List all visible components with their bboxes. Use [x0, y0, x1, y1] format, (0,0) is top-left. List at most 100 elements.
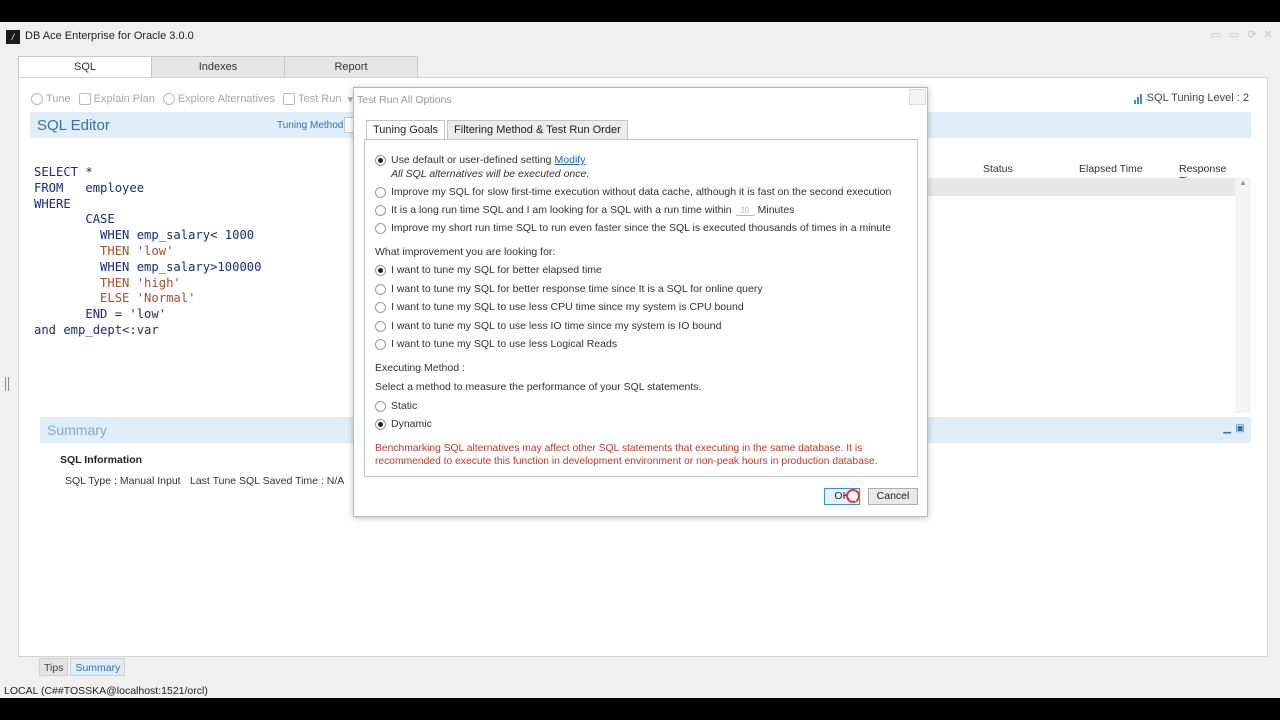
- goal-default-subtext: All SQL alternatives will be executed on…: [391, 168, 590, 180]
- status-bar: LOCAL (C##TOSSKA@localhost:1521/orcl): [4, 685, 208, 697]
- sync-icon[interactable]: ⟳: [1245, 29, 1259, 41]
- goal-long-run-option[interactable]: It is a long run time SQL and I am looki…: [375, 204, 794, 216]
- main-tabs: SQL Indexes Report: [18, 56, 418, 79]
- test-run-label: Test Run: [298, 93, 342, 105]
- minutes-input[interactable]: 30: [735, 205, 754, 216]
- sql-line: WHERE: [34, 196, 71, 211]
- radio-button[interactable]: [375, 338, 386, 350]
- executing-method-heading: Executing Method :: [375, 362, 465, 374]
- goal-first-time-option[interactable]: Improve my SQL for slow first-time execu…: [375, 186, 891, 198]
- radio-button[interactable]: [375, 283, 386, 295]
- improvement-heading: What improvement you are looking for:: [375, 246, 556, 258]
- radio-button[interactable]: [375, 154, 386, 166]
- method-dynamic-option[interactable]: Dynamic: [375, 418, 432, 430]
- sql-type-text: SQL Type : Manual Input: [65, 475, 181, 487]
- dialog-tabs: Tuning Goals Filtering Method & Test Run…: [366, 120, 630, 141]
- goal-default-option[interactable]: Use default or user-defined setting Modi…: [375, 154, 585, 166]
- tuning-goals-panel: Use default or user-defined setting Modi…: [364, 139, 918, 477]
- test-run-button[interactable]: Test Run ▾: [283, 93, 353, 106]
- improvement-option[interactable]: I want to tune my SQL to use less CPU ti…: [375, 301, 744, 313]
- goal-label: It is a long run time SQL and I am looki…: [391, 204, 732, 216]
- sql-line: WHEN emp_salary< 1000: [34, 228, 255, 243]
- sql-code-editor[interactable]: SELECT * FROM employee WHERE CASE WHEN emp…: [34, 165, 261, 339]
- improvement-label: I want to tune my SQL for better elapsed…: [391, 264, 602, 276]
- minimize-icon[interactable]: ▭: [1209, 29, 1223, 41]
- tune-button[interactable]: Tune: [31, 93, 71, 105]
- test-run-icon: [283, 93, 296, 105]
- radio-button[interactable]: [375, 204, 386, 216]
- sql-line: THEN 'low': [34, 243, 174, 258]
- improvement-option[interactable]: I want to tune my SQL for better elapsed…: [375, 264, 602, 276]
- radio-button[interactable]: [375, 400, 386, 412]
- grid-scrollbar[interactable]: ▲: [1235, 178, 1251, 413]
- minutes-label: Minutes: [757, 204, 795, 216]
- summary-title: Summary: [47, 422, 107, 438]
- modify-link[interactable]: Modify: [555, 154, 586, 166]
- improvement-option[interactable]: I want to tune my SQL to use less Logica…: [375, 338, 617, 350]
- results-grid-header: Status Elapsed Time Response Time: [927, 160, 1243, 187]
- benchmark-warning: Benchmarking SQL alternatives may affect…: [375, 443, 878, 467]
- goal-label: Improve my short run time SQL to run eve…: [391, 222, 891, 234]
- sql-information-title: SQL Information: [60, 454, 143, 466]
- improvement-label: I want to tune my SQL for better respons…: [391, 283, 763, 295]
- sql-line: WHEN emp_salary>100000: [34, 259, 262, 274]
- method-label: Dynamic: [391, 418, 432, 430]
- explore-alternatives-label: Explore Alternatives: [177, 93, 276, 105]
- dialog-close-button[interactable]: [909, 89, 926, 105]
- tab-indexes[interactable]: Indexes: [151, 56, 285, 78]
- close-icon[interactable]: ✕: [1261, 29, 1275, 41]
- splitter-handle[interactable]: [5, 377, 9, 391]
- sql-tuning-level: SQL Tuning Level : 2: [1133, 92, 1249, 104]
- test-run-options-dialog: Test Run All Options Tuning Goals Filter…: [353, 87, 928, 517]
- explore-alternatives-button[interactable]: Explore Alternatives: [162, 93, 276, 105]
- results-grid-row[interactable]: [927, 178, 1235, 196]
- tab-summary[interactable]: Summary: [70, 658, 126, 676]
- radio-button[interactable]: [375, 418, 386, 430]
- tune-label: Tune: [46, 93, 71, 105]
- explain-plan-button[interactable]: Explain Plan: [78, 93, 155, 105]
- restore-icon[interactable]: ▭: [1227, 29, 1241, 41]
- radio-button[interactable]: [375, 320, 386, 332]
- bottom-tabs: Tips Summary: [39, 658, 127, 676]
- sql-editor-title: SQL Editor: [37, 117, 110, 134]
- signal-bars-icon: [1133, 93, 1143, 104]
- title-bar: / DB Ace Enterprise for Oracle 3.0.0 ▭ ▭…: [0, 22, 1280, 50]
- column-elapsed-time[interactable]: Elapsed Time: [1079, 163, 1143, 175]
- tab-report[interactable]: Report: [284, 56, 418, 78]
- tuning-level-label: SQL Tuning Level : 2: [1146, 92, 1249, 104]
- last-tune-text: Last Tune SQL Saved Time : N/A: [190, 475, 345, 487]
- tab-sql[interactable]: SQL: [18, 56, 152, 79]
- sql-line: ELSE 'Normal': [34, 291, 196, 306]
- explain-plan-label: Explain Plan: [93, 93, 155, 105]
- sql-line: THEN 'high': [34, 275, 181, 290]
- improvement-label: I want to tune my SQL to use less Logica…: [391, 338, 618, 350]
- radio-button[interactable]: [375, 301, 386, 313]
- goal-short-run-option[interactable]: Improve my short run time SQL to run eve…: [375, 222, 891, 234]
- tab-filtering-method[interactable]: Filtering Method & Test Run Order: [447, 120, 628, 140]
- goal-label: Use default or user-defined setting: [391, 154, 552, 166]
- improvement-label: I want to tune my SQL to use less IO tim…: [391, 320, 722, 332]
- sql-line: FROM employee: [34, 180, 145, 195]
- dialog-title: Test Run All Options: [357, 94, 452, 106]
- sql-line: SELECT *: [34, 165, 93, 179]
- method-static-option[interactable]: Static: [375, 400, 417, 412]
- goal-label: Improve my SQL for slow first-time execu…: [391, 186, 892, 198]
- tab-tuning-goals[interactable]: Tuning Goals: [366, 120, 446, 141]
- radio-button[interactable]: [375, 264, 386, 276]
- tuning-method-link[interactable]: Tuning Method: [277, 120, 343, 131]
- app-logo-icon: /: [6, 30, 20, 44]
- column-status[interactable]: Status: [983, 163, 1013, 175]
- explain-plan-icon: [78, 93, 91, 105]
- cancel-button[interactable]: Cancel: [868, 488, 918, 505]
- window-title: DB Ace Enterprise for Oracle 3.0.0: [25, 30, 194, 42]
- improvement-option[interactable]: I want to tune my SQL to use less IO tim…: [375, 320, 722, 332]
- radio-button[interactable]: [375, 186, 386, 198]
- tab-tips[interactable]: Tips: [39, 658, 69, 676]
- radio-button[interactable]: [375, 222, 386, 234]
- sql-line: CASE: [34, 212, 115, 227]
- explore-icon: [162, 93, 175, 105]
- maximize-panel-icon[interactable]: ▣: [1236, 423, 1245, 434]
- minimize-panel-icon[interactable]: ▁: [1223, 423, 1231, 434]
- improvement-option[interactable]: I want to tune my SQL for better respons…: [375, 283, 763, 295]
- toolbar: Tune Explain Plan Explore Alternatives T…: [31, 90, 398, 108]
